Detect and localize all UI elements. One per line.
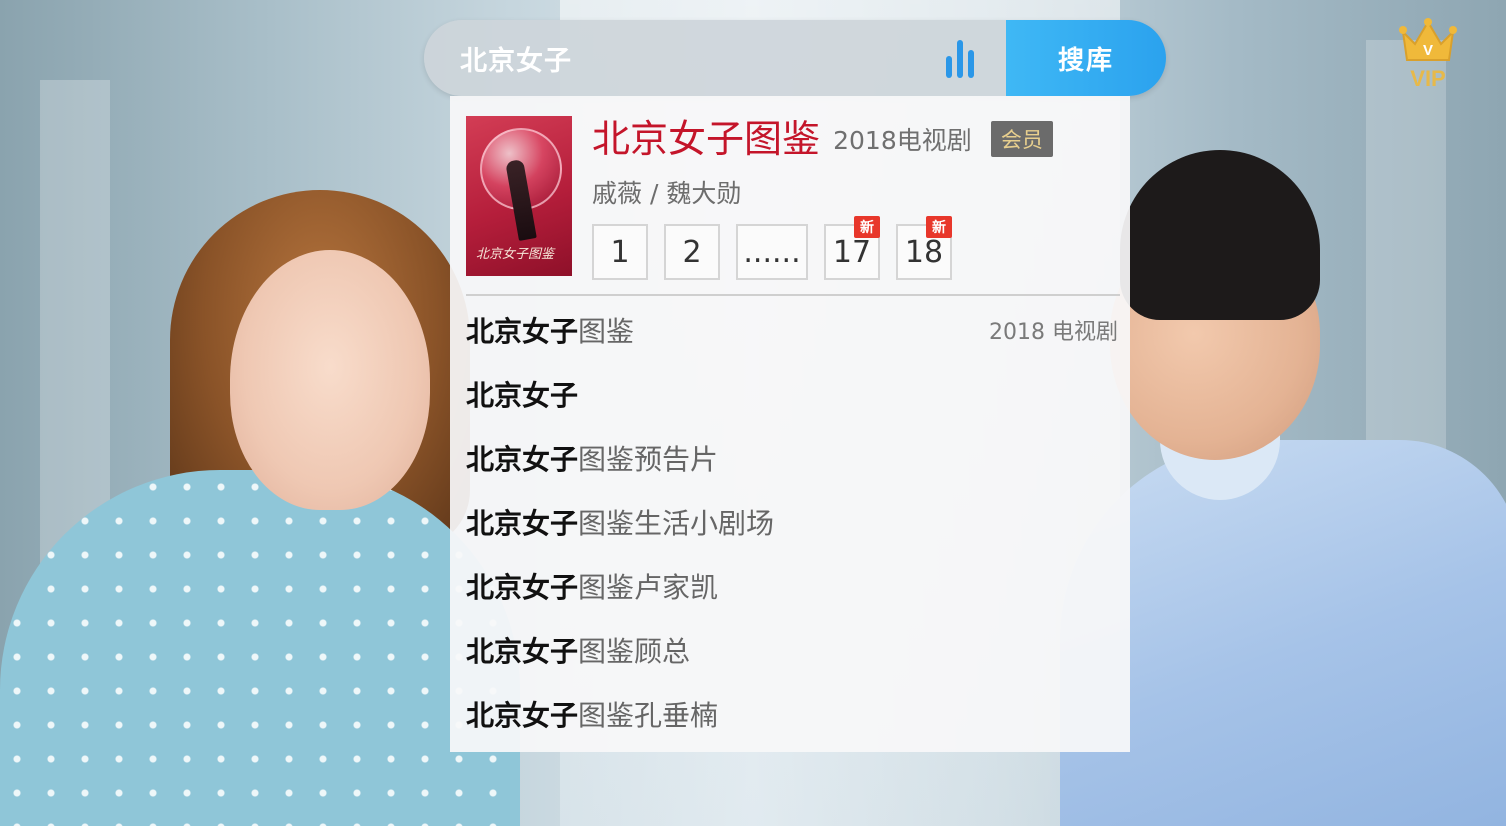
search-bar: 北京女子 搜库 [424,20,1166,96]
suggestion-highlight: 北京女子 [466,571,579,604]
suggestion-text: 北京女子图鉴预告片 [466,438,718,478]
top-result-year-type: 2018电视剧 [833,126,972,155]
top-result-info: 北京女子图鉴 2018电视剧 会员 戚薇 / 魏大勋 1 2 ...... 17… [592,116,1120,280]
episode-label: ...... [743,234,801,270]
suggestion-text: 北京女子图鉴 [466,310,634,350]
search-input[interactable]: 北京女子 [424,20,1006,96]
episode-label: 1 [610,234,630,270]
top-result-cast: 戚薇 / 魏大勋 [592,179,742,208]
suggestion-rest: 图鉴顾总 [578,635,691,668]
suggestion-highlight: 北京女子 [466,443,579,476]
show-poster[interactable]: 北京女子图鉴 [466,116,572,276]
suggestion-meta: 2018 电视剧 [989,320,1118,345]
suggestion-text: 北京女子图鉴卢家凯 [466,566,718,606]
suggestion-rest: 图鉴 [578,315,635,348]
suggestion-text: 北京女子图鉴孔垂楠 [466,694,718,734]
suggestion-item[interactable]: 北京女子图鉴顾总 [466,618,1118,682]
new-badge: 新 [926,216,952,238]
member-badge: 会员 [990,121,1053,157]
suggestion-list: 北京女子图鉴 2018 电视剧 北京女子 北京女子图鉴预告片 北京女子图鉴生活小… [466,298,1118,746]
episode-button[interactable]: 1 [592,224,648,280]
voice-search-icon[interactable] [946,36,980,78]
panel-divider [466,294,1120,296]
suggestion-highlight: 北京女子 [466,315,579,348]
new-badge: 新 [854,216,880,238]
suggestion-rest: 图鉴孔垂楠 [578,699,719,732]
suggestion-item[interactable]: 北京女子图鉴 2018 电视剧 [466,298,1118,362]
suggestion-rest: 图鉴预告片 [578,443,719,476]
suggestion-highlight: 北京女子 [466,379,579,412]
suggestion-text: 北京女子图鉴生活小剧场 [466,502,774,542]
search-query-text: 北京女子 [460,45,572,77]
suggestion-item[interactable]: 北京女子图鉴卢家凯 [466,554,1118,618]
suggestion-item[interactable]: 北京女子图鉴预告片 [466,426,1118,490]
suggestion-highlight: 北京女子 [466,699,579,732]
episode-button[interactable]: 17 新 [824,216,880,280]
suggestion-text: 北京女子图鉴顾总 [466,630,690,670]
suggestion-item[interactable]: 北京女子 [466,362,1118,426]
suggestion-highlight: 北京女子 [466,635,579,668]
woman-figure-face [230,250,430,510]
suggestion-text: 北京女子 [466,374,578,414]
episode-label: 17 [832,234,872,270]
top-result-card[interactable]: 北京女子图鉴 北京女子图鉴 2018电视剧 会员 戚薇 / 魏大勋 1 2 ..… [466,116,1120,280]
vip-label: VIP [1410,66,1446,91]
suggestion-rest: 图鉴卢家凯 [578,571,719,604]
episode-list: 1 2 ...... 17 新 18 新 [592,216,1120,280]
suggestion-rest: 图鉴生活小剧场 [578,507,775,540]
svg-text:V: V [1423,42,1433,59]
search-button[interactable]: 搜库 [1006,20,1166,96]
episode-more-button[interactable]: ...... [736,224,808,280]
episode-button[interactable]: 18 新 [896,216,952,280]
vip-button[interactable]: V VIP [1396,18,1460,100]
suggestion-item[interactable]: 北京女子图鉴生活小剧场 [466,490,1118,554]
poster-title: 北京女子图鉴 [476,247,555,262]
search-suggestions-panel: 北京女子图鉴 北京女子图鉴 2018电视剧 会员 戚薇 / 魏大勋 1 2 ..… [450,96,1130,752]
episode-label: 2 [682,234,702,270]
woman-figure-body [0,470,520,826]
crown-icon: V [1399,18,1457,61]
episode-button[interactable]: 2 [664,224,720,280]
suggestion-highlight: 北京女子 [466,507,579,540]
episode-label: 18 [904,234,944,270]
suggestion-item[interactable]: 北京女子图鉴孔垂楠 [466,682,1118,746]
top-result-title[interactable]: 北京女子图鉴 [592,116,820,162]
